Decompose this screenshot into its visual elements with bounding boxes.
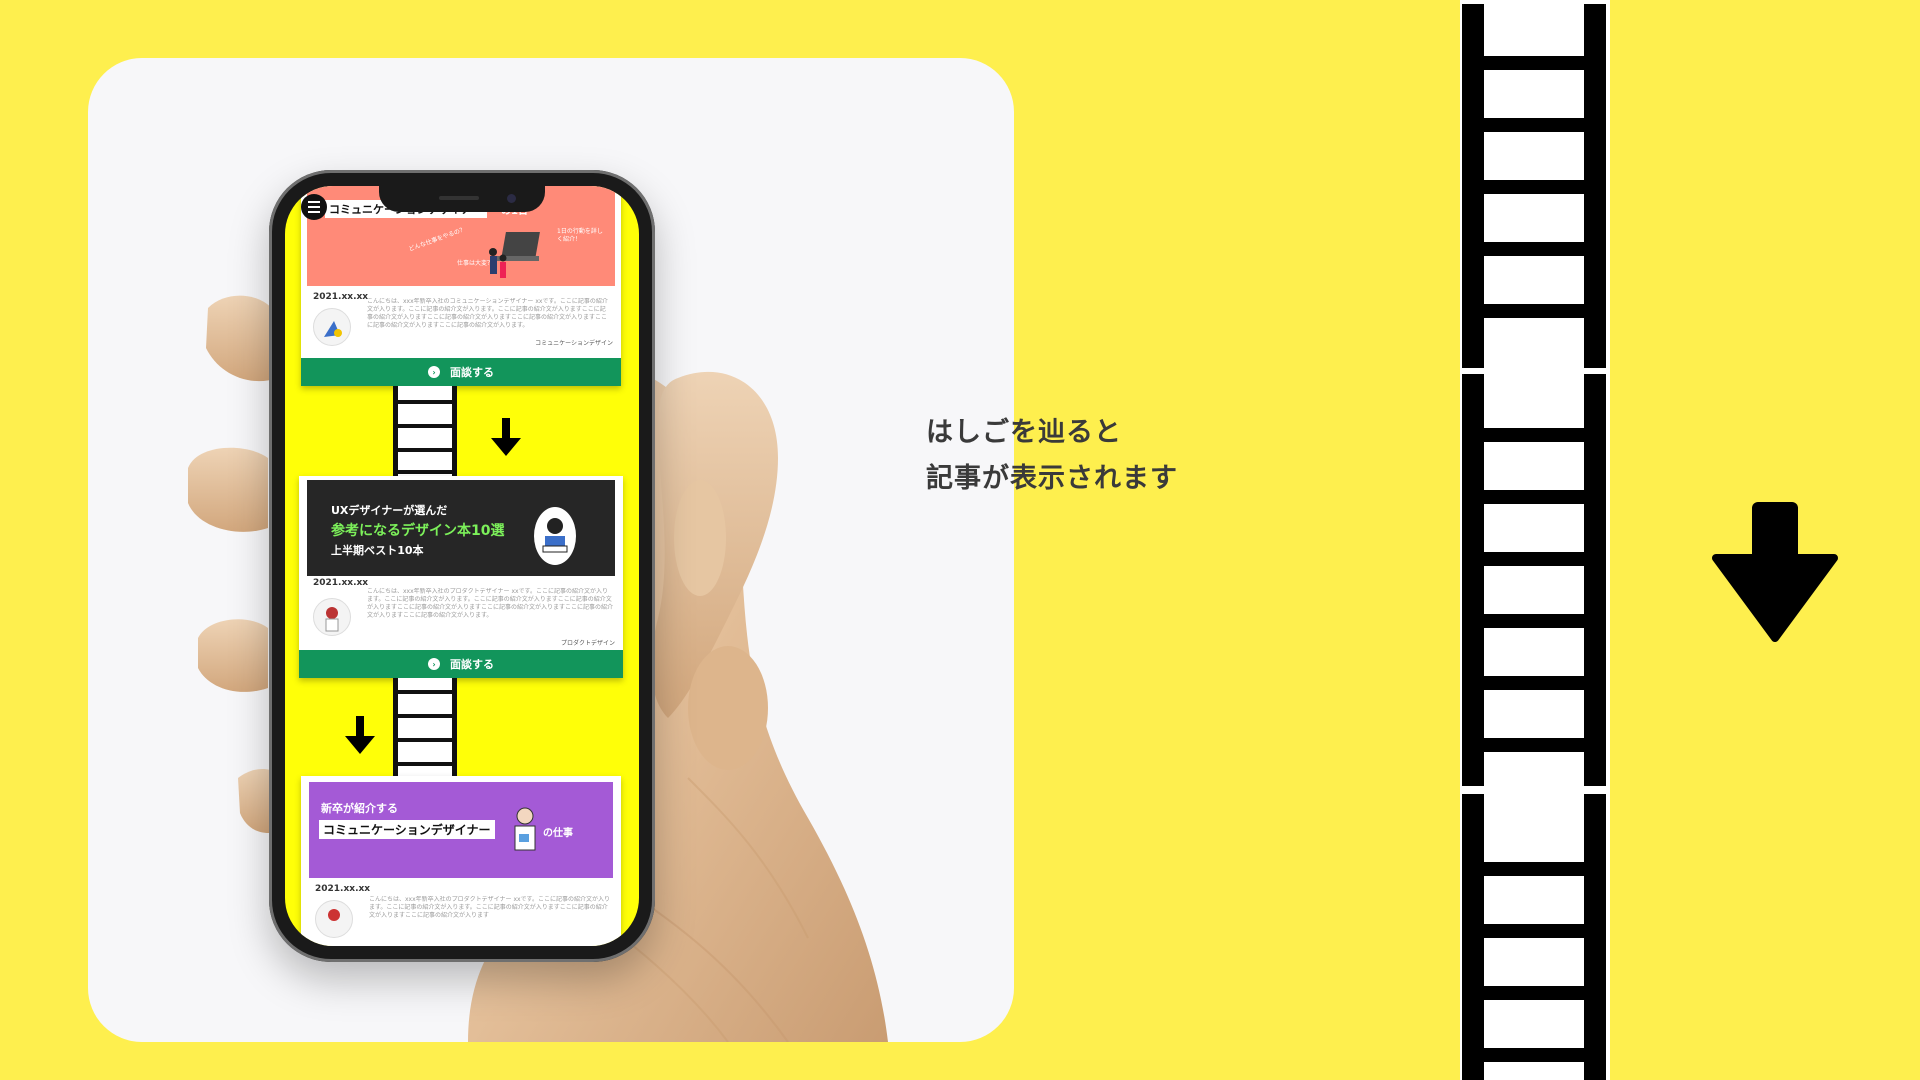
down-arrow-icon [1712,502,1838,642]
smartphone-mockup: コミュニケーションデザイナー の1日 どんな仕事をやるの？ 仕事は大変？ 1日の… [269,170,655,962]
article-card[interactable]: UXデザイナーが選んだ 参考になるデザイン本10選 上半期ベスト10本 2021… [299,476,623,678]
article-excerpt: こんにちは、xxx年新卒入社のコミュニケーションデザイナー xxです。ここに記事… [367,298,608,329]
thumbnail-caption: 上半期ベスト10本 [331,544,424,557]
caption-line: 記事が表示されます [926,463,1178,494]
article-date: 2021.xx.xx [315,884,371,894]
hamburger-menu-icon[interactable] [301,194,327,220]
ladder-section [1460,0,1610,370]
interview-button-label: 面談する [450,658,494,671]
article-excerpt: こんにちは、xxx年新卒入社のプロダクトデザイナー xxです。ここに記事の紹介文… [367,588,613,619]
ladder-section [1460,790,1610,1080]
ladder-section [1460,370,1610,790]
interview-button-label: 面談する [450,366,494,379]
author-avatar [313,598,351,636]
showcase-card: コミュニケーションデザイナー の1日 どんな仕事をやるの？ 仕事は大変？ 1日の… [88,58,1014,1042]
speech-bubble: 1日の行動を詳しく紹介！ [557,228,603,243]
article-thumbnail: UXデザイナーが選んだ 参考になるデザイン本10選 上半期ベスト10本 [307,480,615,576]
ladder-illustration [1460,0,1610,1080]
ladder-illustration [393,678,457,776]
reader-illustration [534,507,576,565]
thumbnail-subtitle: 新卒が紹介する [321,802,398,815]
article-category[interactable]: コミュニケーションデザイン [535,338,613,347]
chevron-right-circle-icon: › [428,366,440,378]
article-date: 2021.xx.xx [313,578,369,588]
phone-screen: コミュニケーションデザイナー の1日 どんな仕事をやるの？ 仕事は大変？ 1日の… [285,186,639,946]
thumbnail-title: 参考になるデザイン本10選 [331,523,505,539]
down-arrow-icon [345,716,375,754]
thumbnail-title-suffix: の仕事 [543,828,573,839]
down-arrow-icon [491,418,521,456]
article-category[interactable]: プロダクトデザイン [561,638,615,647]
article-card[interactable]: コミュニケーションデザイナー の1日 どんな仕事をやるの？ 仕事は大変？ 1日の… [301,186,621,386]
article-date: 2021.xx.xx [313,292,369,302]
caption-line: はしごを辿ると [926,417,1122,448]
author-avatar [313,308,351,346]
thumbnail-title: コミュニケーションデザイナー [319,820,495,839]
person-illustration [514,807,536,851]
speech-bubble: どんな仕事をやるの？ [407,225,467,253]
feature-caption: はしごを辿ると 記事が表示されます [926,410,1178,502]
phone-notch [379,186,545,212]
article-card[interactable]: 新卒が紹介する コミュニケーションデザイナー の仕事 2021.xx.xx こん… [301,776,621,946]
ladder-illustration [393,386,457,476]
article-excerpt: こんにちは、xxx年新卒入社のプロダクトデザイナー xxです。ここに記事の紹介文… [369,896,610,919]
article-thumbnail: 新卒が紹介する コミュニケーションデザイナー の仕事 [309,782,613,878]
thumbnail-subtitle: UXデザイナーが選んだ [331,504,448,517]
chevron-right-circle-icon: › [428,658,440,670]
author-avatar [315,900,353,938]
interview-button[interactable]: › 面談する [301,358,621,386]
interview-button[interactable]: › 面談する [299,650,623,678]
camera-icon [507,194,516,203]
speaker-icon [439,196,479,200]
laptop-illustration [489,232,540,278]
